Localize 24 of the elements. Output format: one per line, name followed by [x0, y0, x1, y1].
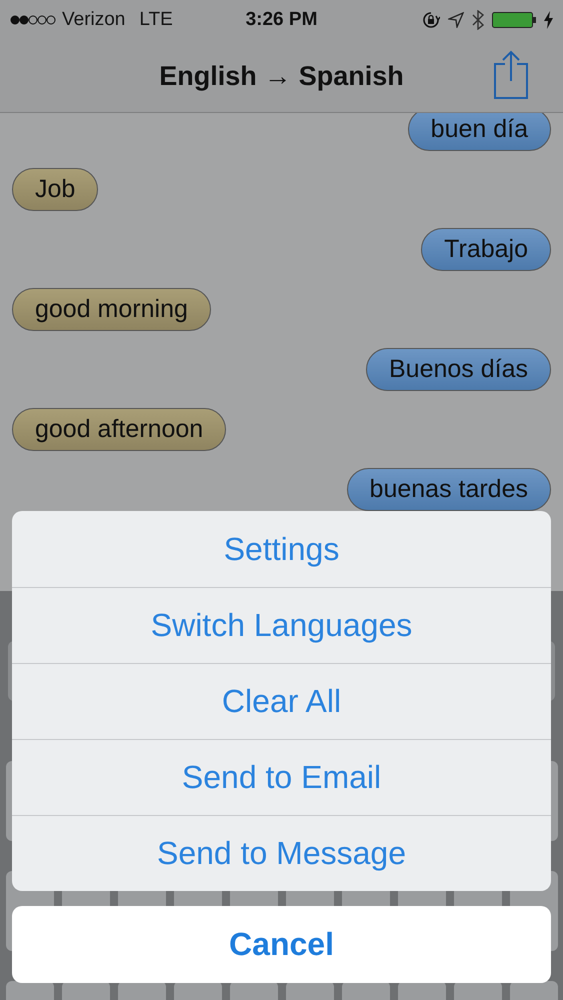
rotation-lock-icon [422, 11, 440, 29]
cancel-button[interactable]: Cancel [12, 906, 551, 983]
menu-option[interactable]: Send to Email [12, 739, 551, 815]
message-bubble: Job [12, 168, 98, 211]
signal-icon [10, 14, 56, 26]
message-bubble: good morning [12, 288, 211, 331]
carrier-name: Verizon [62, 9, 126, 31]
menu-option[interactable]: Send to Message [12, 815, 551, 891]
message-bubble: buen día [408, 113, 551, 151]
clock-time: 3:26 PM [246, 9, 318, 31]
menu-option[interactable]: Settings [12, 511, 551, 587]
menu-option[interactable]: Clear All [12, 663, 551, 739]
message-bubble: Buenos días [366, 348, 551, 391]
menu-option[interactable]: Switch Languages [12, 587, 551, 663]
battery-icon [492, 11, 536, 29]
share-icon[interactable] [493, 50, 529, 100]
network-type: LTE [139, 9, 173, 31]
bluetooth-icon [472, 10, 484, 30]
message-bubble: Trabajo [421, 228, 551, 271]
charging-icon [544, 11, 553, 29]
message-bubble: good afternoon [12, 408, 226, 451]
message-bubble: buenas tardes [346, 468, 551, 511]
nav-title: English → Spanish [159, 60, 404, 92]
location-icon [448, 12, 464, 28]
